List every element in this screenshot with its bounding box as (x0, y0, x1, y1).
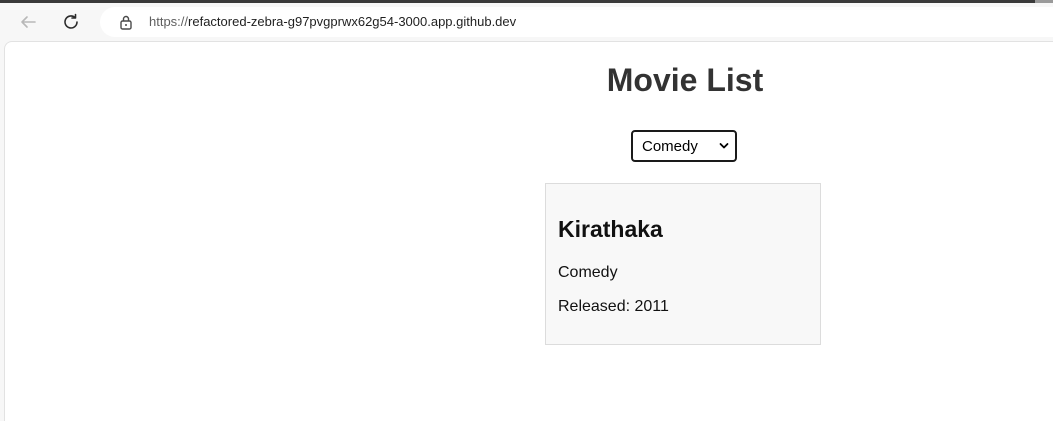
lock-icon[interactable] (118, 14, 134, 30)
genre-select[interactable]: Comedy (631, 130, 737, 162)
back-button[interactable] (12, 6, 44, 38)
page-viewport: Movie List Comedy Kirathaka Comedy Relea… (4, 41, 1053, 421)
page-title: Movie List (606, 62, 764, 98)
movie-release-year: Released: 2011 (558, 298, 669, 315)
movie-card: Kirathaka Comedy Released: 2011 (545, 183, 821, 345)
reload-icon (64, 13, 78, 29)
chevron-down-icon (719, 143, 729, 149)
arrow-left-icon (21, 16, 36, 28)
url-scheme: https:// (149, 14, 189, 29)
url-host: refactored-zebra-g97pvgprwx62g54-3000.ap… (188, 14, 517, 29)
genre-select-value: Comedy (642, 137, 698, 155)
url-text[interactable]: https://refactored-zebra-g97pvgprwx62g54… (149, 14, 516, 29)
movie-genre: Comedy (558, 264, 618, 281)
address-bar[interactable]: https://refactored-zebra-g97pvgprwx62g54… (100, 7, 1053, 37)
reload-button[interactable] (55, 6, 87, 38)
browser-toolbar: https://refactored-zebra-g97pvgprwx62g54… (0, 3, 1053, 41)
movie-title: Kirathaka (558, 216, 663, 242)
